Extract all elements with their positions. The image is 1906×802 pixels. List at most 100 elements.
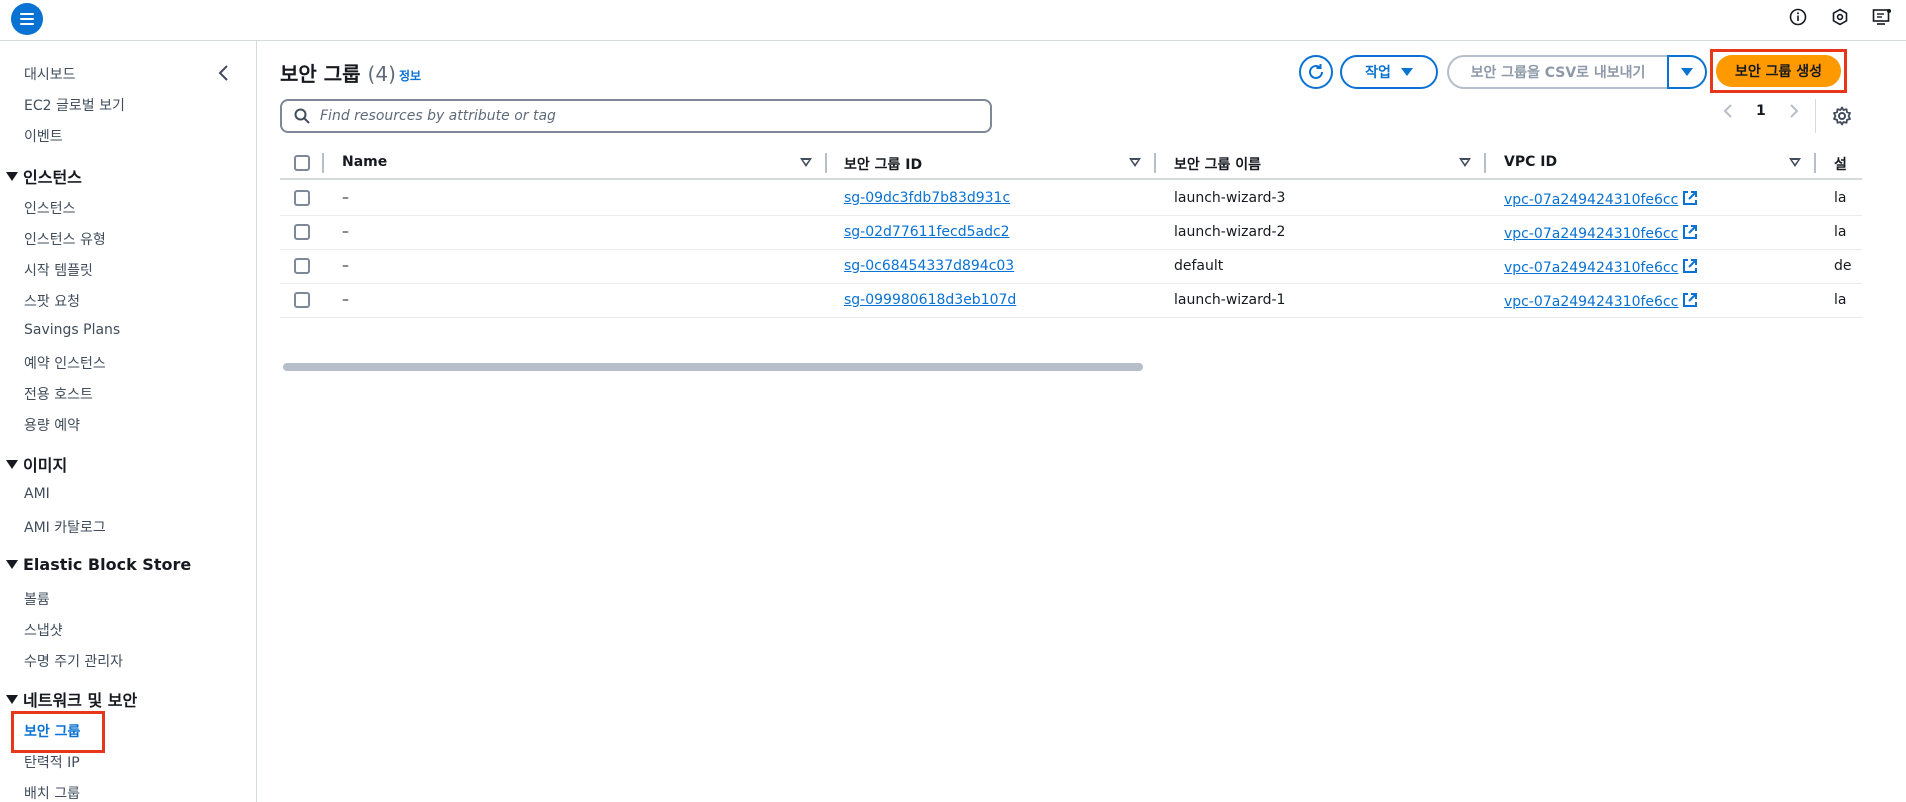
table-row[interactable]: – sg-0c68454337d894c03 default vpc-07a24… — [280, 250, 1862, 284]
actions-button[interactable]: 작업 — [1340, 55, 1438, 89]
info-link[interactable]: 정보 — [399, 67, 421, 84]
column-header-vpc-id[interactable]: VPC ID — [1504, 154, 1557, 170]
column-divider[interactable] — [1814, 153, 1816, 173]
column-header-description[interactable]: 설 — [1834, 154, 1847, 174]
nav-item-lifecycle-manager[interactable]: 수명 주기 관리자 — [24, 651, 123, 671]
chevron-left-icon[interactable] — [1722, 103, 1734, 119]
feedback-icon[interactable] — [1872, 7, 1892, 27]
column-divider[interactable] — [1484, 153, 1486, 173]
nav-section-network-security[interactable]: 네트워크 및 보안 — [6, 687, 137, 711]
cell-description: de — [1834, 258, 1852, 274]
nav-item-placement-groups[interactable]: 배치 그룹 — [24, 783, 80, 802]
export-csv-button[interactable]: 보안 그룹을 CSV로 내보내기 — [1447, 55, 1667, 89]
nav-item-dashboard[interactable]: 대시보드 — [24, 64, 76, 84]
refresh-icon — [1309, 64, 1323, 79]
sort-icon[interactable] — [1459, 158, 1471, 167]
collapse-sidebar-icon[interactable] — [214, 63, 234, 83]
export-dropdown-button[interactable] — [1667, 55, 1707, 89]
nav-item-elastic-ips[interactable]: 탄력적 IP — [24, 752, 80, 772]
vpc-id-link[interactable]: vpc-07a249424310fe6cc — [1504, 260, 1678, 276]
vpc-id-link[interactable]: vpc-07a249424310fe6cc — [1504, 294, 1678, 310]
highlight-box: 보안 그룹 생성 — [1710, 49, 1847, 93]
vpc-id-link[interactable]: vpc-07a249424310fe6cc — [1504, 226, 1678, 242]
hexagon-settings-icon[interactable] — [1830, 7, 1850, 27]
cell-name: – — [342, 224, 349, 240]
cell-sg-id-link[interactable]: sg-0c68454337d894c03 — [844, 258, 1014, 274]
top-icons — [1788, 7, 1892, 27]
row-checkbox[interactable] — [294, 224, 310, 240]
cell-sg-name: launch-wizard-2 — [1174, 224, 1286, 240]
nav-item-spot-requests[interactable]: 스팟 요청 — [24, 291, 80, 311]
nav-item-savings-plans[interactable]: Savings Plans — [24, 322, 120, 338]
nav-item-security-groups[interactable]: 보안 그룹 — [24, 721, 80, 741]
nav-item-instance-types[interactable]: 인스턴스 유형 — [24, 229, 106, 249]
row-checkbox[interactable] — [294, 258, 310, 274]
nav-item-capacity-reservations[interactable]: 용량 예약 — [24, 415, 80, 435]
cell-sg-name: default — [1174, 258, 1224, 274]
search-input[interactable] — [320, 108, 960, 124]
sort-icon[interactable] — [800, 158, 812, 167]
nav-section-title: 인스턴스 — [23, 168, 82, 187]
security-groups-table: Name 보안 그룹 ID 보안 그룹 이름 VPC ID 설 – sg-09d… — [280, 147, 1862, 371]
cell-description: la — [1834, 292, 1847, 308]
column-divider — [322, 153, 324, 173]
info-icon[interactable] — [1788, 7, 1808, 27]
main-content: 보안 그룹 (4) 정보 작업 보안 그룹을 CSV로 내보내기 보안 그룹 생… — [258, 41, 1906, 802]
expand-caret-icon — [6, 459, 18, 469]
nav-section-images[interactable]: 이미지 — [6, 452, 67, 476]
cell-sg-name: launch-wizard-1 — [1174, 292, 1286, 308]
table-row[interactable]: – sg-099980618d3eb107d launch-wizard-1 v… — [280, 284, 1862, 318]
nav-item-snapshots[interactable]: 스냅샷 — [24, 620, 63, 640]
cell-sg-id-link[interactable]: sg-099980618d3eb107d — [844, 292, 1016, 308]
external-link-icon[interactable] — [1682, 224, 1698, 240]
expand-caret-icon — [6, 560, 18, 569]
chevron-right-icon[interactable] — [1788, 103, 1800, 119]
column-header-name[interactable]: Name — [342, 154, 387, 170]
vpc-id-link[interactable]: vpc-07a249424310fe6cc — [1504, 192, 1678, 208]
nav-section-instances[interactable]: 인스턴스 — [6, 164, 82, 188]
row-checkbox[interactable] — [294, 190, 310, 206]
horizontal-scrollbar[interactable] — [283, 363, 1143, 371]
column-divider[interactable] — [825, 153, 827, 173]
cell-sg-name: launch-wizard-3 — [1174, 190, 1286, 206]
gear-icon[interactable] — [1831, 105, 1853, 127]
column-header-sg-id[interactable]: 보안 그룹 ID — [844, 154, 922, 174]
sort-icon[interactable] — [1129, 158, 1141, 167]
page-number[interactable]: 1 — [1756, 103, 1766, 119]
caret-down-icon — [1681, 68, 1693, 76]
top-navigation-bar — [0, 0, 1906, 41]
search-field[interactable] — [280, 99, 992, 133]
search-icon — [294, 108, 310, 124]
cell-sg-id-link[interactable]: sg-09dc3fdb7b83d931c — [844, 190, 1010, 206]
nav-item-volumes[interactable]: 볼륨 — [24, 589, 50, 609]
column-divider[interactable] — [1154, 153, 1156, 173]
external-link-icon[interactable] — [1682, 292, 1698, 308]
nav-item-ami[interactable]: AMI — [24, 486, 50, 502]
cell-name: – — [342, 258, 349, 274]
refresh-button[interactable] — [1299, 55, 1333, 89]
nav-item-ami-catalog[interactable]: AMI 카탈로그 — [24, 517, 106, 537]
nav-section-title: Elastic Block Store — [23, 555, 192, 574]
nav-section-ebs[interactable]: Elastic Block Store — [6, 555, 191, 574]
external-link-icon[interactable] — [1682, 190, 1698, 206]
nav-item-dedicated-hosts[interactable]: 전용 호스트 — [24, 384, 93, 404]
menu-icon[interactable] — [11, 3, 43, 35]
row-checkbox[interactable] — [294, 292, 310, 308]
sort-icon[interactable] — [1789, 158, 1801, 167]
column-header-sg-name[interactable]: 보안 그룹 이름 — [1174, 154, 1261, 174]
nav-item-events[interactable]: 이벤트 — [24, 126, 63, 146]
table-row[interactable]: – sg-09dc3fdb7b83d931c launch-wizard-3 v… — [280, 182, 1862, 216]
nav-item-reserved-instances[interactable]: 예약 인스턴스 — [24, 353, 106, 373]
divider — [1815, 99, 1816, 133]
cell-vpc-id: vpc-07a249424310fe6cc — [1504, 224, 1698, 242]
table-row[interactable]: – sg-02d77611fecd5adc2 launch-wizard-2 v… — [280, 216, 1862, 250]
create-security-group-button[interactable]: 보안 그룹 생성 — [1716, 55, 1841, 87]
nav-item-ec2-global-view[interactable]: EC2 글로벌 보기 — [24, 95, 125, 115]
nav-item-instances[interactable]: 인스턴스 — [24, 198, 76, 218]
page-title-count: (4) — [367, 62, 396, 86]
external-link-icon[interactable] — [1682, 258, 1698, 274]
cell-sg-id-link[interactable]: sg-02d77611fecd5adc2 — [844, 224, 1010, 240]
select-all-checkbox[interactable] — [294, 155, 310, 171]
nav-item-launch-templates[interactable]: 시작 템플릿 — [24, 260, 93, 280]
cell-vpc-id: vpc-07a249424310fe6cc — [1504, 190, 1698, 208]
